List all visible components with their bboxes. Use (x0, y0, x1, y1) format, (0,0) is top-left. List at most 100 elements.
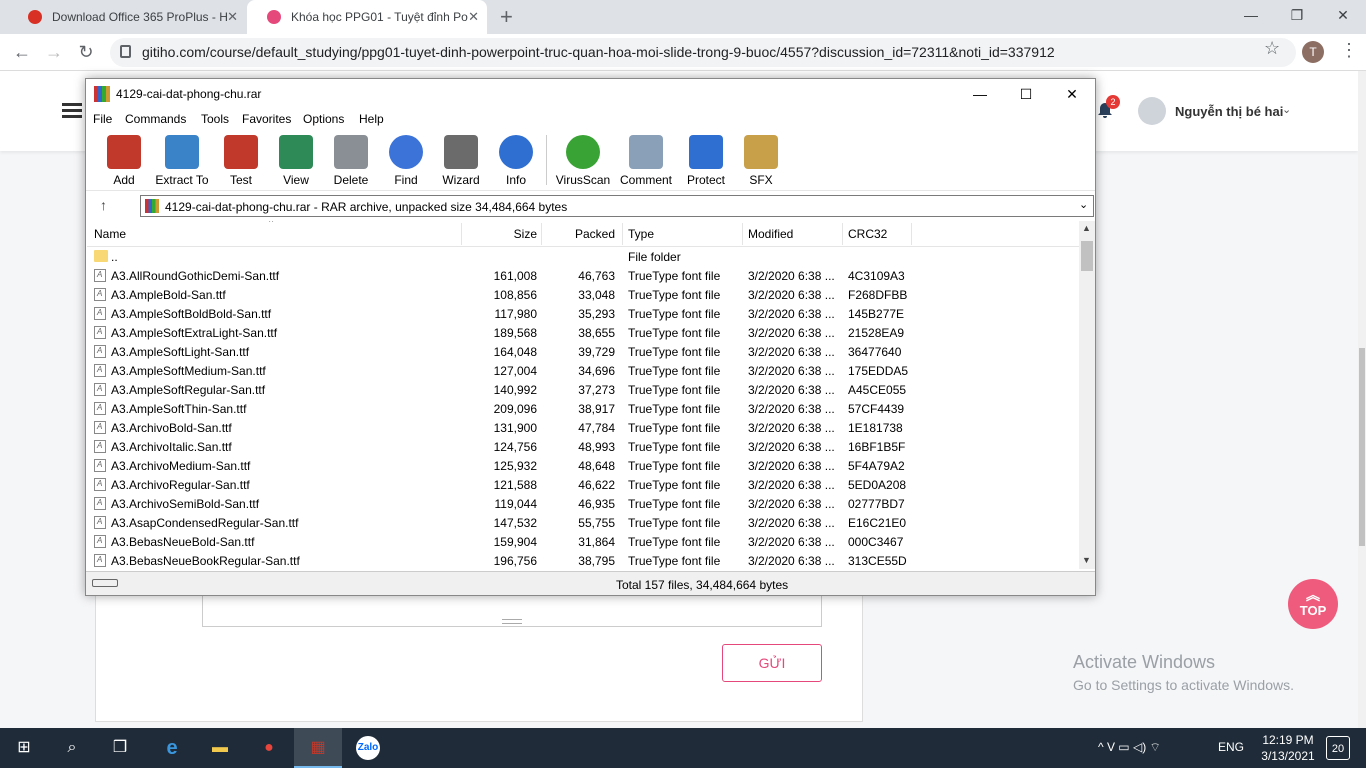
user-avatar[interactable] (1138, 97, 1166, 125)
file-row[interactable]: A3.BebasNeueBookRegular-San.ttf 196,756 38… (87, 551, 1079, 569)
start-button[interactable]: ⊞ (0, 728, 48, 768)
lock-icon[interactable] (120, 45, 131, 58)
new-tab-button[interactable]: + (500, 4, 513, 30)
winrar-maximize-button[interactable]: ☐ (1003, 79, 1049, 109)
column-divider[interactable] (461, 223, 462, 245)
column-crc32[interactable]: CRC32 (848, 227, 887, 241)
file-row[interactable]: A3.AmpleSoftMedium-San.ttf 127,004 34,696 T… (87, 361, 1079, 380)
file-row[interactable]: A3.AmpleBold-San.ttf 108,856 33,048 TrueTyp… (87, 285, 1079, 304)
file-row[interactable]: A3.BebasNeueBold-San.ttf 159,904 31,864 Tru… (87, 532, 1079, 551)
tab-close-icon[interactable]: ✕ (468, 0, 479, 34)
parent-folder-row[interactable]: .. File folder (87, 247, 1079, 266)
column-size[interactable]: Size (514, 227, 537, 241)
column-divider[interactable] (842, 223, 843, 245)
file-row[interactable]: A3.AllRoundGothicDemi-San.ttf 161,008 46,7… (87, 266, 1079, 285)
folder-icon[interactable]: ▬ (196, 728, 244, 768)
chrome-icon[interactable]: ● (245, 728, 293, 768)
notification-badge: 2 (1106, 95, 1120, 109)
tool-sfx-button[interactable]: SFX (732, 133, 790, 189)
url-text[interactable]: gitiho.com/course/default_studying/ppg01… (142, 38, 1055, 67)
minimize-button[interactable]: — (1228, 0, 1274, 30)
menu-options[interactable]: Options (303, 112, 344, 126)
column-modified[interactable]: Modified (748, 227, 793, 241)
file-row[interactable]: A3.AsapCondensedRegular-San.ttf 147,532 55… (87, 513, 1079, 532)
tool-view-button[interactable]: View (267, 133, 325, 189)
tab-close-icon[interactable]: ✕ (227, 0, 238, 34)
winrar-close-button[interactable]: ✕ (1049, 79, 1095, 109)
column-divider[interactable] (742, 223, 743, 245)
file-list-scrollbar[interactable]: ▲ ▼ (1079, 221, 1095, 569)
chevron-down-icon[interactable]: ⌄ (1079, 198, 1088, 211)
task-view-button[interactable]: ❒ (96, 728, 144, 768)
tool-virusscan-button[interactable]: VirusScan (554, 133, 612, 189)
file-row[interactable]: A3.AmpleSoftThin-San.ttf 209,096 38,917 Tru… (87, 399, 1079, 418)
path-dropdown[interactable]: 4129-cai-dat-phong-chu.rar - RAR archive… (140, 195, 1094, 217)
user-name[interactable]: Nguyễn thị bé hai (1175, 104, 1283, 119)
tool-comment-button[interactable]: Comment (617, 133, 675, 189)
page-scroll-thumb[interactable] (1359, 348, 1365, 546)
address-bar[interactable]: gitiho.com/course/default_studying/ppg01… (110, 38, 1296, 67)
file-row[interactable]: A3.ArchivoItalic.San.ttf 124,756 48,993 Tru… (87, 437, 1079, 456)
resize-grip-icon[interactable] (502, 619, 522, 624)
column-divider[interactable] (911, 223, 912, 245)
menu-favorites[interactable]: Favorites (242, 112, 291, 126)
file-row[interactable]: A3.ArchivoRegular-San.ttf 121,588 46,622 Tr… (87, 475, 1079, 494)
winrar-minimize-button[interactable]: — (957, 79, 1003, 109)
winrar-titlebar[interactable]: 4129-cai-dat-phong-chu.rar — ☐ ✕ (86, 79, 1095, 109)
clock[interactable]: 12:19 PM 3/13/2021 (1256, 732, 1320, 764)
scroll-up-arrow-icon[interactable]: ▲ (1082, 223, 1091, 233)
profile-avatar[interactable]: T (1302, 41, 1324, 63)
menu-tools[interactable]: Tools (201, 112, 229, 126)
hamburger-menu-icon[interactable] (62, 103, 82, 119)
back-to-top-button[interactable]: ︽ TOP (1288, 579, 1338, 629)
file-row[interactable]: A3.AmpleSoftBoldBold-San.ttf 117,980 35,29… (87, 304, 1079, 323)
tool-protect-button[interactable]: Protect (677, 133, 735, 189)
back-button[interactable]: ← (10, 40, 34, 64)
menu-file[interactable]: File (93, 112, 112, 126)
send-button[interactable]: GỬI (722, 644, 822, 682)
column-packed[interactable]: Packed (575, 227, 615, 241)
tab-download-office[interactable]: Download Office 365 ProPlus - H ✕ (8, 0, 246, 34)
tool-test-button[interactable]: Test (212, 133, 270, 189)
language-indicator[interactable]: ENG (1218, 740, 1244, 754)
file-row[interactable]: A3.ArchivoBold-San.ttf 131,900 47,784 TrueT… (87, 418, 1079, 437)
tool-add-button[interactable]: Add (95, 133, 153, 189)
column-name[interactable]: Name (94, 227, 126, 241)
column-divider[interactable] (622, 223, 623, 245)
menu-help[interactable]: Help (359, 112, 384, 126)
winrar-icon[interactable]: ▦ (294, 728, 342, 768)
chevron-down-icon[interactable]: ⌄ (1282, 103, 1291, 116)
restore-button[interactable]: ❐ (1274, 0, 1320, 30)
drive-key-icon[interactable] (92, 579, 118, 587)
browser-menu-icon[interactable]: ⋮ (1340, 40, 1358, 61)
tool-extract-to-button[interactable]: Extract To (153, 133, 211, 189)
up-folder-button[interactable]: ↑ (100, 197, 107, 213)
tool-delete-button[interactable]: Delete (322, 133, 380, 189)
close-window-button[interactable]: ✕ (1320, 0, 1366, 30)
info-icon (499, 135, 533, 169)
column-divider[interactable] (541, 223, 542, 245)
search-button[interactable]: ⌕ (48, 728, 96, 768)
file-row[interactable]: A3.ArchivoSemiBold-San.ttf 119,044 46,935 T… (87, 494, 1079, 513)
bookmark-star-icon[interactable]: ☆ (1264, 38, 1280, 59)
notification-center-button[interactable]: 20 (1326, 736, 1350, 760)
column-type[interactable]: Type (628, 227, 654, 241)
forward-button[interactable]: → (42, 40, 66, 64)
tray-icons[interactable]: ^ V ▭ ◁) ⌔ (1098, 740, 1161, 755)
edge-icon[interactable]: e (148, 728, 196, 768)
file-list-scroll-thumb[interactable] (1081, 241, 1093, 271)
tool-wizard-button[interactable]: Wizard (432, 133, 490, 189)
file-row[interactable]: A3.AmpleSoftExtraLight-San.ttf 189,568 38,… (87, 323, 1079, 342)
tool-find-button[interactable]: Find (377, 133, 435, 189)
zalo-icon[interactable]: Zalo (344, 728, 392, 768)
tab-khoa-hoc[interactable]: Khóa học PPG01 - Tuyệt đỉnh Po ✕ (247, 0, 487, 34)
file-row[interactable]: A3.AmpleSoftLight-San.ttf 164,048 39,729 Tr… (87, 342, 1079, 361)
menu-commands[interactable]: Commands (125, 112, 186, 126)
tool-info-button[interactable]: Info (487, 133, 545, 189)
file-row[interactable]: A3.ArchivoMedium-San.ttf 125,932 48,648 Tru… (87, 456, 1079, 475)
file-type: TrueType font file (628, 269, 721, 283)
file-row[interactable]: A3.AmpleSoftRegular-San.ttf 140,992 37,273… (87, 380, 1079, 399)
reload-button[interactable]: ↻ (74, 40, 98, 64)
scroll-down-arrow-icon[interactable]: ▼ (1082, 555, 1091, 565)
trash-icon (334, 135, 368, 169)
